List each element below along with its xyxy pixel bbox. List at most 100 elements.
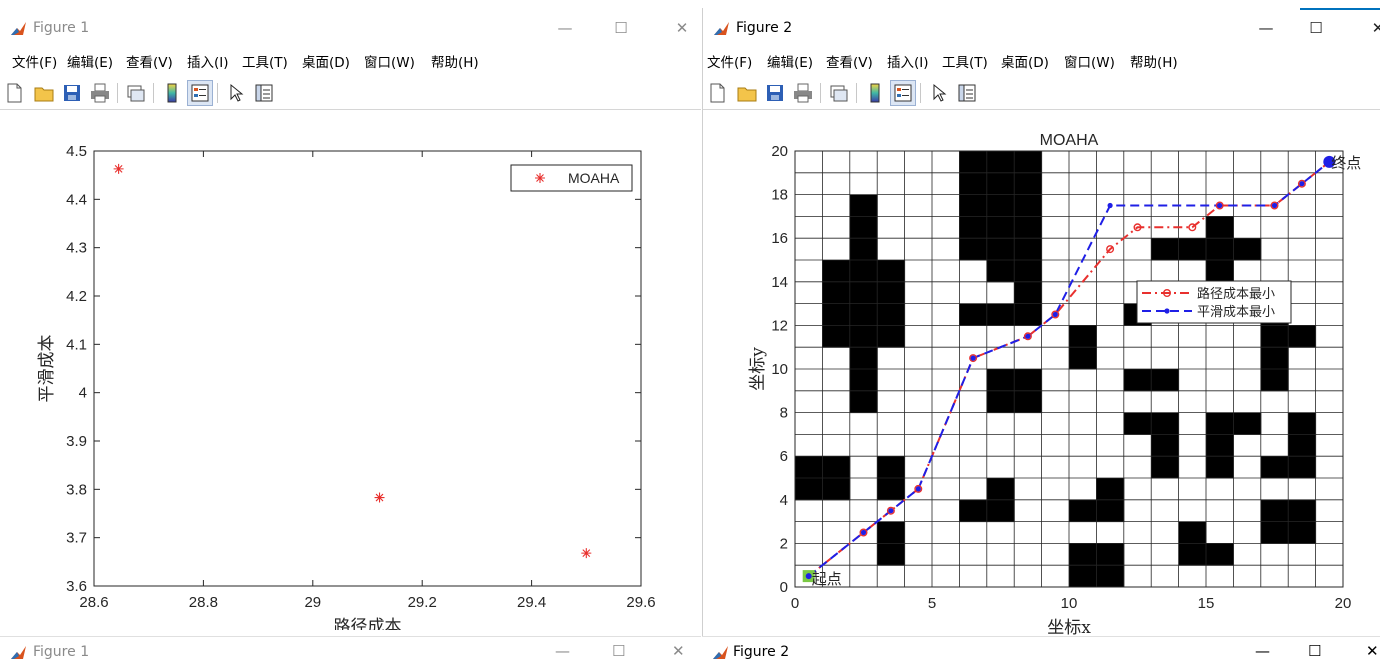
menu-insert[interactable]: 插入(I): [887, 52, 929, 74]
window-1-titlebar[interactable]: Figure 1 — ☐ ✕: [0, 8, 701, 48]
property-inspector-icon[interactable]: [252, 81, 276, 105]
obstacle-cell: [959, 194, 988, 217]
maximize-button[interactable]: ☐: [612, 642, 625, 660]
y-tick-label: 4.3: [66, 240, 87, 257]
save-icon[interactable]: [763, 81, 787, 105]
menu-window[interactable]: 窗口(W): [1064, 52, 1115, 74]
x-tick-label: 0: [791, 595, 799, 612]
menu-desktop[interactable]: 桌面(D): [302, 52, 350, 74]
new-figure-icon[interactable]: [705, 81, 729, 105]
close-button[interactable]: ✕: [1366, 642, 1379, 660]
chart-title: MOAHA: [1040, 132, 1099, 149]
menu-view[interactable]: 查看(V): [826, 52, 873, 74]
maximize-button[interactable]: ☐: [1308, 642, 1321, 660]
obstacle-cell: [1014, 390, 1043, 414]
figure-2-bottom-titlebar[interactable]: Figure 2 — ☐ ✕: [702, 636, 1380, 667]
obstacle-cell: [1178, 521, 1207, 544]
menu-help[interactable]: 帮助(H): [431, 52, 479, 74]
obstacle-cell: [1260, 521, 1289, 544]
edit-plot-icon[interactable]: [927, 81, 951, 105]
y-tick-label: 18: [771, 187, 788, 204]
smooth-cost-point: [1025, 333, 1031, 339]
toolbar-separator: [856, 83, 857, 103]
menu-tools[interactable]: 工具(T): [942, 52, 988, 74]
smooth-cost-point: [888, 508, 894, 514]
obstacle-cell: [1123, 412, 1152, 435]
insert-legend-icon[interactable]: [890, 80, 916, 106]
menu-file[interactable]: 文件(F): [12, 52, 57, 74]
link-plot-icon[interactable]: [827, 81, 851, 105]
menu-edit[interactable]: 编辑(E): [767, 52, 813, 74]
y-tick-label: 16: [771, 230, 788, 247]
obstacle-cell: [1014, 281, 1043, 305]
obstacle-cell: [822, 303, 851, 326]
obstacle-cell: [849, 347, 878, 370]
minimize-button[interactable]: —: [1255, 642, 1270, 660]
window-2-titlebar[interactable]: Figure 2 — ☐ ✕: [703, 8, 1380, 48]
smooth-cost-point: [915, 486, 921, 492]
y-tick-label: 3.7: [66, 530, 87, 547]
obstacle-cell: [877, 521, 906, 544]
obstacle-cell: [1014, 151, 1043, 174]
active-window-accent: [1300, 8, 1380, 10]
obstacle-cell: [822, 260, 851, 283]
smooth-cost-point: [1299, 181, 1305, 187]
maximize-button[interactable]: ☐: [606, 16, 636, 40]
obstacle-cell: [959, 172, 988, 196]
smooth-cost-point: [970, 355, 976, 361]
obstacle-cell: [849, 325, 878, 348]
insert-legend-icon[interactable]: [187, 80, 213, 106]
legend-label: MOAHA: [568, 170, 620, 186]
menu-insert[interactable]: 插入(I): [187, 52, 229, 74]
menu-edit[interactable]: 编辑(E): [67, 52, 113, 74]
menu-view[interactable]: 查看(V): [126, 52, 173, 74]
close-button[interactable]: ✕: [672, 642, 685, 660]
obstacle-cell: [795, 478, 823, 501]
insert-colorbar-icon[interactable]: [160, 81, 184, 105]
close-button[interactable]: ✕: [667, 16, 697, 40]
obstacle-cell: [1260, 325, 1289, 348]
x-tick-label: 15: [1198, 595, 1215, 612]
window-1-toolbar: [0, 79, 701, 109]
obstacle-cell: [1260, 499, 1289, 523]
close-button[interactable]: ✕: [1363, 16, 1380, 40]
obstacle-cell: [1123, 369, 1152, 392]
minimize-button[interactable]: —: [555, 642, 570, 660]
open-file-icon[interactable]: [32, 81, 56, 105]
legend-marker-smooth-cost: [1164, 308, 1170, 314]
start-label: 起点: [812, 570, 842, 588]
obstacle-cell: [1288, 521, 1317, 544]
print-icon[interactable]: [791, 81, 815, 105]
menu-help[interactable]: 帮助(H): [1130, 52, 1178, 74]
obstacle-cell: [1151, 456, 1180, 479]
legend-label-smooth-cost: 平滑成本最小: [1197, 305, 1275, 320]
y-tick-label: 4.1: [66, 336, 87, 353]
obstacle-cell: [1069, 543, 1097, 566]
menu-desktop[interactable]: 桌面(D): [1001, 52, 1049, 74]
obstacle-cell: [877, 281, 906, 305]
toolbar-separator: [117, 83, 118, 103]
menu-window[interactable]: 窗口(W): [364, 52, 415, 74]
maximize-button[interactable]: ☐: [1301, 16, 1331, 40]
minimize-button[interactable]: —: [550, 16, 580, 40]
matlab-logo-icon: [713, 646, 728, 659]
obstacle-cell: [986, 303, 1015, 326]
link-plot-icon[interactable]: [124, 81, 148, 105]
obstacle-cell: [986, 369, 1015, 392]
new-figure-icon[interactable]: [2, 81, 26, 105]
minimize-button[interactable]: —: [1251, 16, 1281, 40]
obstacle-cell: [986, 478, 1015, 501]
menu-file[interactable]: 文件(F): [707, 52, 752, 74]
obstacle-cell: [1069, 499, 1097, 523]
save-icon[interactable]: [60, 81, 84, 105]
figure-1-bottom-titlebar[interactable]: Figure 1 — ☐ ✕: [0, 636, 701, 667]
print-icon[interactable]: [88, 81, 112, 105]
menu-tools[interactable]: 工具(T): [242, 52, 288, 74]
property-inspector-icon[interactable]: [955, 81, 979, 105]
obstacle-cell: [986, 390, 1015, 414]
edit-plot-icon[interactable]: [224, 81, 248, 105]
legend-marker: [535, 173, 545, 183]
x-tick-label: 29.4: [517, 594, 546, 611]
insert-colorbar-icon[interactable]: [863, 81, 887, 105]
open-file-icon[interactable]: [735, 81, 759, 105]
